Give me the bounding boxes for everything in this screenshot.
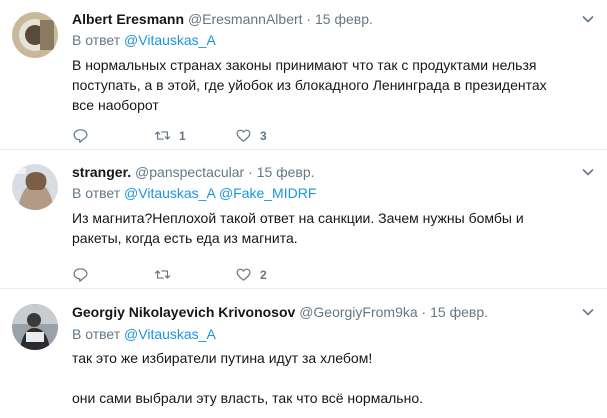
reply-icon	[73, 129, 88, 143]
retweet-icon	[154, 131, 171, 140]
tweet-text: так это же избиратели путина идут за хле…	[72, 348, 572, 408]
avatar[interactable]	[12, 12, 58, 58]
retweet-icon	[154, 270, 171, 279]
tweet-paragraph: Из магнита?Неплохой такой ответ на санкц…	[72, 210, 524, 246]
timestamp[interactable]: 15 февр.	[315, 11, 373, 27]
tweet-paragraph: они сами выбрали эту власть, так что всё…	[72, 390, 423, 406]
chevron-down-icon[interactable]	[581, 165, 595, 179]
reply-mention[interactable]: @Vitauskas_A	[124, 32, 216, 48]
avatar[interactable]	[12, 164, 58, 210]
user-name[interactable]: Albert Eresmann	[72, 11, 184, 27]
reply-prefix: В ответ	[72, 185, 121, 201]
like-button[interactable]: 3	[235, 127, 267, 144]
tweet-1[interactable]: Albert Eresmann @EresmannAlbert · 15 фев…	[0, 0, 607, 150]
avatar-image	[12, 164, 58, 210]
tweet-2[interactable]: stranger. @panspectacular · 15 февр. В о…	[0, 150, 607, 289]
chevron-down-icon[interactable]	[581, 305, 595, 319]
user-handle[interactable]: @GeorgiyFrom9ka	[299, 304, 417, 320]
reply-prefix: В ответ	[72, 32, 121, 48]
user-handle[interactable]: @panspectacular	[135, 164, 244, 180]
reply-mention[interactable]: @Vitauskas_A	[124, 185, 215, 201]
reply-context: В ответ @Vitauskas_A	[72, 325, 216, 343]
avatar-image	[12, 12, 58, 58]
like-count: 2	[260, 267, 267, 282]
tweet-header: stranger. @panspectacular · 15 февр.	[72, 163, 315, 181]
tweet-text: Из магнита?Неплохой такой ответ на санкц…	[72, 208, 572, 248]
tweet-text: В нормальных странах законы принимают чт…	[72, 55, 572, 115]
like-button[interactable]: 2	[235, 266, 267, 283]
tweet-paragraph: В нормальных странах законы принимают чт…	[72, 57, 547, 113]
timestamp[interactable]: 15 февр.	[257, 164, 315, 180]
reply-button[interactable]	[72, 127, 89, 144]
heart-icon	[236, 129, 251, 142]
avatar[interactable]	[12, 304, 58, 350]
reply-icon	[73, 268, 88, 282]
separator-dot: ·	[248, 164, 253, 180]
tweet-paragraph: так это же избиратели путина идут за хле…	[72, 350, 373, 366]
retweet-count: 1	[179, 128, 186, 143]
tweet-header: Georgiy Nikolayevich Krivonosov @Georgiy…	[72, 303, 488, 321]
retweet-button[interactable]	[154, 266, 179, 283]
like-count: 3	[260, 128, 267, 143]
separator-dot: ·	[421, 304, 427, 320]
reply-prefix: В ответ	[72, 326, 121, 342]
tweet-header: Albert Eresmann @EresmannAlbert · 15 фев…	[72, 10, 373, 28]
timestamp[interactable]: 15 февр.	[430, 304, 488, 320]
avatar-image	[12, 304, 58, 350]
user-name[interactable]: stranger.	[72, 164, 131, 180]
separator-dot: ·	[306, 11, 312, 27]
heart-icon	[236, 268, 251, 281]
reply-button[interactable]	[72, 266, 89, 283]
user-name[interactable]: Georgiy Nikolayevich Krivonosov	[72, 304, 295, 320]
reply-mention[interactable]: @Fake_MIDRF	[219, 185, 316, 201]
tweet-3[interactable]: Georgiy Nikolayevich Krivonosov @Georgiy…	[0, 289, 607, 418]
chevron-down-icon[interactable]	[581, 12, 595, 26]
reply-context: В ответ @Vitauskas_A	[72, 31, 216, 49]
user-handle[interactable]: @EresmannAlbert	[188, 11, 303, 27]
reply-mention[interactable]: @Vitauskas_A	[124, 326, 216, 342]
retweet-button[interactable]: 1	[154, 127, 186, 144]
reply-context: В ответ @Vitauskas_A @Fake_MIDRF	[72, 184, 316, 202]
